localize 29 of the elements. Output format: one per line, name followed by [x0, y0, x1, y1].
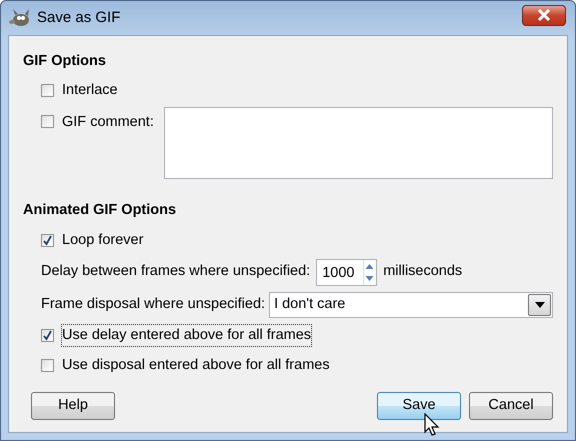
caret-icon[interactable]: [534, 302, 544, 308]
dialog-button[interactable]: Help: [31, 392, 115, 420]
checkbox-label: Interlace: [62, 80, 118, 100]
section-heading: GIF Options: [23, 52, 107, 71]
checkbox[interactable]: [41, 234, 54, 247]
checkbox-label: Use delay entered above for all frames: [62, 324, 312, 346]
checkbox[interactable]: [41, 359, 54, 372]
field-label: Frame disposal where unspecified:: [41, 294, 266, 314]
mouse-pointer-icon: [424, 413, 440, 437]
spin-down-icon[interactable]: [364, 274, 376, 282]
field-label: Delay between frames where unspecified:: [41, 262, 310, 282]
dialog-button[interactable]: Cancel: [469, 392, 553, 420]
gimp-mascot-icon: [9, 9, 31, 27]
dialog-button[interactable]: Save: [377, 392, 461, 420]
checkbox[interactable]: [41, 329, 54, 342]
unit-label: milliseconds: [383, 262, 462, 282]
checkbox[interactable]: [41, 84, 54, 98]
close-button[interactable]: [522, 4, 566, 26]
disposal-dropdown[interactable]: I don't care: [269, 292, 553, 318]
checkbox-label: Use disposal entered above for all frames: [62, 356, 330, 375]
delay-spin-field[interactable]: 1000: [316, 258, 378, 286]
spin-up-icon[interactable]: [364, 262, 376, 270]
checkbox-label: Loop forever: [62, 230, 144, 250]
close-icon[interactable]: [537, 9, 551, 21]
checkbox[interactable]: [41, 114, 54, 128]
checkbox-label: GIF comment:: [62, 112, 154, 132]
window-title: Save as GIF: [37, 8, 120, 28]
comment-field[interactable]: [164, 106, 553, 179]
section-heading: Animated GIF Options: [23, 200, 178, 220]
